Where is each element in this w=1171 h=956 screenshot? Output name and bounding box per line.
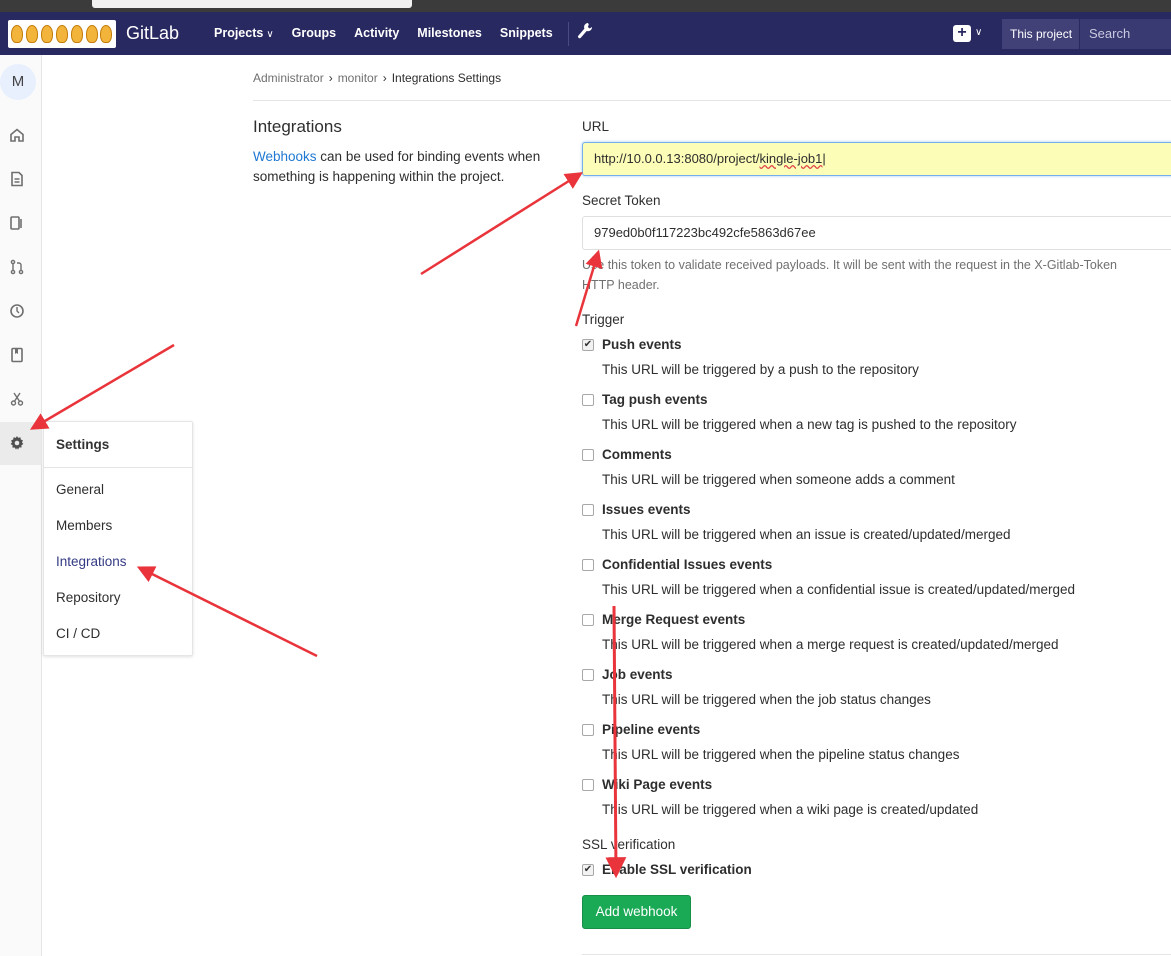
issues-icon[interactable] bbox=[8, 215, 26, 233]
flyout-title[interactable]: Settings bbox=[56, 437, 109, 452]
settings-gear-icon[interactable] bbox=[8, 435, 26, 453]
chevron-right-icon: › bbox=[328, 71, 333, 85]
arrow-to-settings-icon bbox=[29, 343, 175, 430]
page-title: Integrations bbox=[253, 117, 342, 136]
confidential-issues-label[interactable]: Confidential Issues events bbox=[602, 557, 772, 572]
webhooks-link[interactable]: Webhooks bbox=[253, 149, 317, 164]
comments-desc: This URL will be triggered when someone … bbox=[602, 472, 955, 487]
divider bbox=[253, 100, 1171, 101]
ssl-verification-checkbox[interactable]: ✔ bbox=[582, 864, 594, 876]
comments-label[interactable]: Comments bbox=[602, 447, 672, 462]
token-help-text: Use this token to validate received payl… bbox=[582, 258, 1118, 292]
project-avatar[interactable]: M bbox=[0, 64, 36, 100]
merge-request-events-label[interactable]: Merge Request events bbox=[602, 612, 745, 627]
nav-activity[interactable]: Activity bbox=[354, 26, 399, 40]
search-scope-button[interactable]: This project bbox=[1002, 19, 1079, 49]
nav-divider bbox=[568, 22, 569, 46]
confidential-issues-checkbox[interactable] bbox=[582, 559, 594, 571]
merge-request-icon[interactable] bbox=[8, 259, 26, 277]
breadcrumb-item[interactable]: Administrator bbox=[253, 71, 324, 85]
text-cursor: | bbox=[822, 151, 826, 166]
pipeline-events-label[interactable]: Pipeline events bbox=[602, 722, 700, 737]
settings-flyout-menu: Settings General Members Integrations Re… bbox=[43, 421, 193, 656]
chevron-down-icon[interactable]: ∨ bbox=[975, 27, 982, 38]
flyout-item-integrations[interactable]: Integrations bbox=[56, 554, 127, 569]
comments-checkbox[interactable] bbox=[582, 449, 594, 461]
custom-logo[interactable] bbox=[8, 20, 116, 48]
flyout-item-general[interactable]: General bbox=[56, 482, 104, 497]
merge-request-events-checkbox[interactable] bbox=[582, 614, 594, 626]
brand-title[interactable]: GitLab bbox=[126, 23, 179, 44]
nav-groups[interactable]: Groups bbox=[292, 26, 336, 40]
confidential-issues-desc: This URL will be triggered when a confid… bbox=[602, 582, 1076, 597]
pipeline-events-checkbox[interactable] bbox=[582, 724, 594, 736]
nav-projects[interactable]: Projects ∨ bbox=[214, 26, 274, 40]
job-events-desc: This URL will be triggered when the job … bbox=[602, 692, 931, 707]
top-navbar: GitLab Projects ∨ Groups Activity Milesto… bbox=[0, 12, 1171, 55]
add-webhook-button[interactable]: Add webhook bbox=[582, 895, 691, 929]
push-events-label[interactable]: Push events bbox=[602, 337, 682, 352]
wiki-page-events-checkbox[interactable] bbox=[582, 779, 594, 791]
issues-events-label[interactable]: Issues events bbox=[602, 502, 691, 517]
url-label: URL bbox=[582, 119, 610, 134]
tag-push-events-checkbox[interactable] bbox=[582, 394, 594, 406]
issues-events-desc: This URL will be triggered when an issue… bbox=[602, 527, 1011, 542]
job-events-checkbox[interactable] bbox=[582, 669, 594, 681]
breadcrumb-current[interactable]: Integrations Settings bbox=[392, 71, 501, 85]
flyout-item-members[interactable]: Members bbox=[56, 518, 112, 533]
flyout-item-repository[interactable]: Repository bbox=[56, 590, 121, 605]
project-sidebar: M bbox=[0, 55, 42, 956]
wiki-page-events-label[interactable]: Wiki Page events bbox=[602, 777, 712, 792]
push-events-desc: This URL will be triggered by a push to … bbox=[602, 362, 919, 377]
nav-milestones[interactable]: Milestones bbox=[417, 26, 482, 40]
issues-events-checkbox[interactable] bbox=[582, 504, 594, 516]
divider bbox=[582, 954, 1171, 955]
nav-snippets[interactable]: Snippets bbox=[500, 26, 553, 40]
tag-push-events-label[interactable]: Tag push events bbox=[602, 392, 708, 407]
secret-token-input[interactable]: 979ed0b0f117223bc492cfe5863d67ee bbox=[582, 216, 1171, 250]
browser-chrome-strip bbox=[0, 0, 1171, 12]
flyout-item-ci-cd[interactable]: CI / CD bbox=[56, 626, 100, 641]
arrow-to-url-input bbox=[420, 172, 583, 276]
job-events-label[interactable]: Job events bbox=[602, 667, 673, 682]
url-input[interactable]: http://10.0.0.13:8080/project/kingle-job… bbox=[582, 142, 1171, 176]
chevron-down-icon: ∨ bbox=[266, 29, 274, 40]
browser-address-bar[interactable] bbox=[92, 0, 412, 8]
breadcrumb: Administrator › monitor › Integrations Setti… bbox=[253, 71, 501, 85]
chevron-right-icon: › bbox=[382, 71, 387, 85]
wiki-page-events-desc: This URL will be triggered when a wiki p… bbox=[602, 802, 979, 817]
pipeline-events-desc: This URL will be triggered when the pipe… bbox=[602, 747, 960, 762]
push-events-checkbox[interactable]: ✔ bbox=[582, 339, 594, 351]
ssl-verification-label: SSL verification bbox=[582, 837, 676, 852]
home-icon[interactable] bbox=[8, 127, 26, 145]
file-icon[interactable] bbox=[8, 171, 26, 189]
new-plus-icon[interactable]: + bbox=[953, 25, 971, 42]
merge-request-events-desc: This URL will be triggered when a merge … bbox=[602, 637, 1059, 652]
section-description: Webhooks can be used for binding events … bbox=[253, 149, 541, 184]
wrench-icon[interactable] bbox=[577, 22, 593, 45]
trigger-label: Trigger bbox=[582, 312, 625, 327]
search-input[interactable]: Search bbox=[1080, 19, 1171, 49]
ssl-verification-checkbox-label[interactable]: Enable SSL verification bbox=[602, 862, 752, 877]
snippet-icon[interactable] bbox=[8, 391, 26, 409]
wiki-icon[interactable] bbox=[8, 347, 26, 365]
tag-push-events-desc: This URL will be triggered when a new ta… bbox=[602, 417, 1017, 432]
nav-menu: Projects ∨ Groups Activity Milestones Sni… bbox=[214, 26, 571, 40]
divider bbox=[44, 467, 192, 468]
breadcrumb-item[interactable]: monitor bbox=[338, 71, 378, 85]
secret-token-label: Secret Token bbox=[582, 193, 661, 208]
pipeline-icon[interactable] bbox=[8, 303, 26, 321]
